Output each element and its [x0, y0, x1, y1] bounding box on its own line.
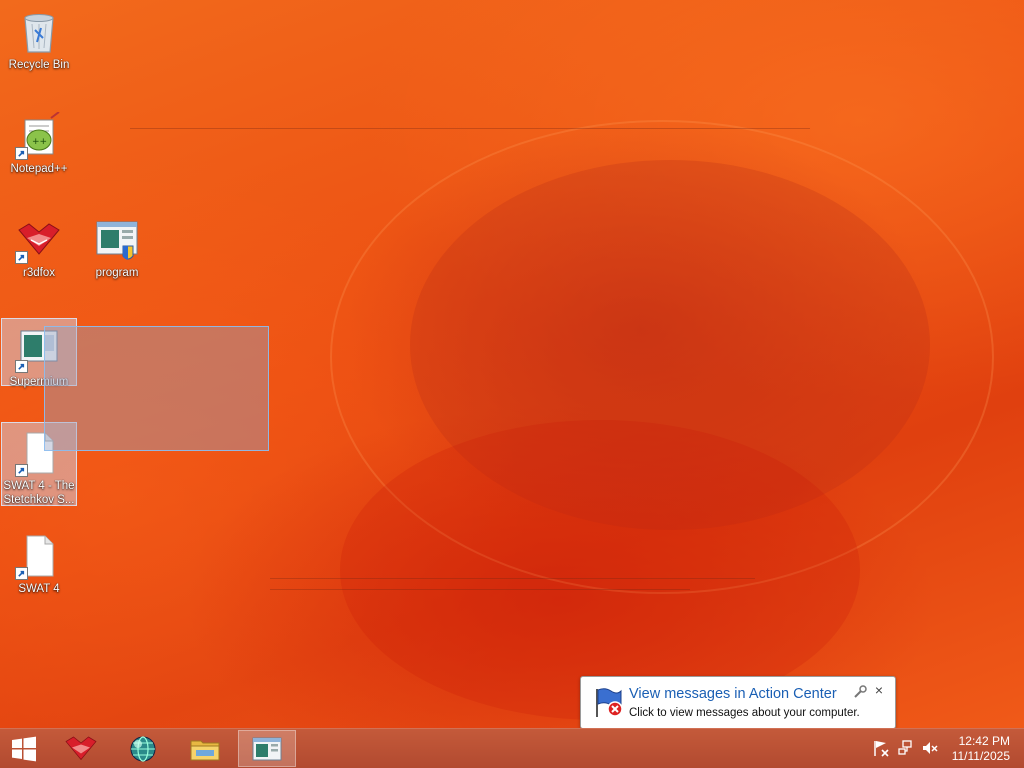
shortcut-arrow-icon [15, 251, 28, 264]
recycle-bin-icon [15, 8, 63, 56]
desktop-icon-label: program [95, 267, 139, 279]
clock-date: 11/11/2025 [951, 749, 1010, 763]
desktop-icon-r3dfox[interactable]: r3dfox [1, 210, 77, 294]
desktop-icon-label: r3dfox [23, 267, 55, 279]
taskbar-r3dfox[interactable] [52, 730, 110, 767]
action-center-flag-icon[interactable] [872, 739, 890, 757]
close-icon[interactable]: × [872, 683, 886, 697]
notepad-plus-plus-icon: ++ [15, 111, 63, 160]
shortcut-arrow-icon [15, 567, 28, 580]
taskbar-program[interactable] [238, 730, 296, 767]
taskbar: 12:42 PM 11/11/2025 [0, 728, 1024, 768]
wrench-icon[interactable] [853, 685, 867, 699]
clock-time: 12:42 PM [958, 734, 1010, 748]
file-shortcut-icon [15, 532, 63, 580]
svg-text:++: ++ [32, 137, 47, 147]
desktop-icon-label: Recycle Bin [8, 59, 70, 71]
desktop-icon-label: SWAT 4 [18, 583, 60, 595]
desktop[interactable]: Recycle Bin ++ Notepad++ r3dfox program … [0, 0, 1024, 728]
browser-globe-icon [130, 735, 156, 762]
folder-icon [190, 740, 220, 760]
desktop-icon-notepad-plus-plus[interactable]: ++ Notepad++ [1, 106, 77, 190]
shortcut-arrow-icon [15, 147, 28, 160]
shortcut-arrow-icon [15, 360, 28, 373]
system-clock[interactable]: 12:42 PM 11/11/2025 [952, 734, 1010, 764]
desktop-icon-label: SWAT 4 - The Stetchkov S... [3, 480, 75, 506]
action-center-flag-icon [591, 685, 625, 719]
start-button[interactable] [0, 730, 48, 767]
speaker-muted-icon[interactable] [921, 739, 939, 757]
windows-logo-icon [12, 736, 36, 761]
notification-title[interactable]: View messages in Action Center [629, 686, 837, 702]
notification-balloon[interactable]: View messages in Action Center Click to … [580, 676, 896, 729]
desktop-icon-recycle-bin[interactable]: Recycle Bin [1, 2, 77, 86]
network-icon[interactable] [897, 739, 915, 757]
r3dfox-icon [65, 736, 97, 760]
program-icon [93, 216, 141, 264]
desktop-icon-program[interactable]: program [79, 210, 155, 294]
taskbar-browser[interactable] [114, 730, 172, 767]
desktop-icon-swat4[interactable]: SWAT 4 [1, 526, 77, 610]
notification-text: Click to view messages about your comput… [629, 707, 860, 719]
desktop-icon-label: Notepad++ [10, 163, 68, 175]
taskbar-file-explorer[interactable] [176, 730, 234, 767]
shortcut-arrow-icon [15, 464, 28, 477]
r3dfox-icon [15, 216, 63, 264]
selection-rectangle [44, 326, 269, 451]
program-icon [252, 737, 282, 760]
